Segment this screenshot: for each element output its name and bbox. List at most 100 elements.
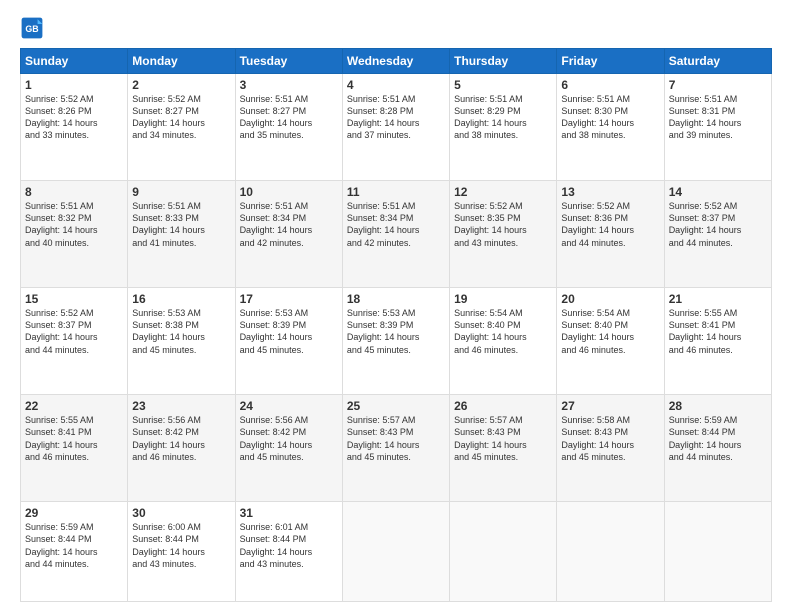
cell-info: Sunrise: 5:51 AMSunset: 8:30 PMDaylight:… <box>561 93 659 142</box>
calendar-week-1: 1 Sunrise: 5:52 AMSunset: 8:26 PMDayligh… <box>21 74 772 181</box>
calendar-cell: 14 Sunrise: 5:52 AMSunset: 8:37 PMDaylig… <box>664 181 771 288</box>
calendar-cell: 7 Sunrise: 5:51 AMSunset: 8:31 PMDayligh… <box>664 74 771 181</box>
calendar-cell <box>450 502 557 602</box>
calendar-cell: 3 Sunrise: 5:51 AMSunset: 8:27 PMDayligh… <box>235 74 342 181</box>
calendar-cell: 30 Sunrise: 6:00 AMSunset: 8:44 PMDaylig… <box>128 502 235 602</box>
day-number: 7 <box>669 78 767 92</box>
calendar-cell: 31 Sunrise: 6:01 AMSunset: 8:44 PMDaylig… <box>235 502 342 602</box>
calendar-cell: 20 Sunrise: 5:54 AMSunset: 8:40 PMDaylig… <box>557 288 664 395</box>
day-number: 2 <box>132 78 230 92</box>
calendar-header-row: SundayMondayTuesdayWednesdayThursdayFrid… <box>21 49 772 74</box>
day-number: 5 <box>454 78 552 92</box>
day-number: 25 <box>347 399 445 413</box>
cell-info: Sunrise: 5:58 AMSunset: 8:43 PMDaylight:… <box>561 414 659 463</box>
day-number: 8 <box>25 185 123 199</box>
logo: GB <box>20 16 48 40</box>
calendar-cell: 24 Sunrise: 5:56 AMSunset: 8:42 PMDaylig… <box>235 395 342 502</box>
calendar-cell: 5 Sunrise: 5:51 AMSunset: 8:29 PMDayligh… <box>450 74 557 181</box>
cell-info: Sunrise: 5:54 AMSunset: 8:40 PMDaylight:… <box>561 307 659 356</box>
cell-info: Sunrise: 5:56 AMSunset: 8:42 PMDaylight:… <box>240 414 338 463</box>
cell-info: Sunrise: 5:52 AMSunset: 8:26 PMDaylight:… <box>25 93 123 142</box>
day-number: 4 <box>347 78 445 92</box>
page: GB SundayMondayTuesdayWednesdayThursdayF… <box>0 0 792 612</box>
calendar-header-tuesday: Tuesday <box>235 49 342 74</box>
header: GB <box>20 16 772 40</box>
day-number: 14 <box>669 185 767 199</box>
cell-info: Sunrise: 5:52 AMSunset: 8:37 PMDaylight:… <box>669 200 767 249</box>
day-number: 1 <box>25 78 123 92</box>
cell-info: Sunrise: 5:51 AMSunset: 8:28 PMDaylight:… <box>347 93 445 142</box>
calendar-header-thursday: Thursday <box>450 49 557 74</box>
day-number: 30 <box>132 506 230 520</box>
calendar-week-5: 29 Sunrise: 5:59 AMSunset: 8:44 PMDaylig… <box>21 502 772 602</box>
cell-info: Sunrise: 5:59 AMSunset: 8:44 PMDaylight:… <box>25 521 123 570</box>
calendar-week-4: 22 Sunrise: 5:55 AMSunset: 8:41 PMDaylig… <box>21 395 772 502</box>
cell-info: Sunrise: 5:51 AMSunset: 8:31 PMDaylight:… <box>669 93 767 142</box>
cell-info: Sunrise: 5:51 AMSunset: 8:34 PMDaylight:… <box>240 200 338 249</box>
cell-info: Sunrise: 5:53 AMSunset: 8:38 PMDaylight:… <box>132 307 230 356</box>
calendar-cell: 18 Sunrise: 5:53 AMSunset: 8:39 PMDaylig… <box>342 288 449 395</box>
day-number: 29 <box>25 506 123 520</box>
cell-info: Sunrise: 5:57 AMSunset: 8:43 PMDaylight:… <box>347 414 445 463</box>
cell-info: Sunrise: 5:52 AMSunset: 8:37 PMDaylight:… <box>25 307 123 356</box>
calendar-cell: 27 Sunrise: 5:58 AMSunset: 8:43 PMDaylig… <box>557 395 664 502</box>
day-number: 11 <box>347 185 445 199</box>
day-number: 19 <box>454 292 552 306</box>
day-number: 20 <box>561 292 659 306</box>
cell-info: Sunrise: 5:53 AMSunset: 8:39 PMDaylight:… <box>240 307 338 356</box>
day-number: 3 <box>240 78 338 92</box>
day-number: 21 <box>669 292 767 306</box>
day-number: 13 <box>561 185 659 199</box>
calendar-cell: 23 Sunrise: 5:56 AMSunset: 8:42 PMDaylig… <box>128 395 235 502</box>
calendar-cell: 16 Sunrise: 5:53 AMSunset: 8:38 PMDaylig… <box>128 288 235 395</box>
day-number: 23 <box>132 399 230 413</box>
day-number: 6 <box>561 78 659 92</box>
day-number: 17 <box>240 292 338 306</box>
calendar-cell: 25 Sunrise: 5:57 AMSunset: 8:43 PMDaylig… <box>342 395 449 502</box>
cell-info: Sunrise: 5:51 AMSunset: 8:29 PMDaylight:… <box>454 93 552 142</box>
day-number: 31 <box>240 506 338 520</box>
calendar-cell: 8 Sunrise: 5:51 AMSunset: 8:32 PMDayligh… <box>21 181 128 288</box>
calendar-cell: 28 Sunrise: 5:59 AMSunset: 8:44 PMDaylig… <box>664 395 771 502</box>
calendar-cell <box>342 502 449 602</box>
calendar-cell: 11 Sunrise: 5:51 AMSunset: 8:34 PMDaylig… <box>342 181 449 288</box>
calendar-cell: 29 Sunrise: 5:59 AMSunset: 8:44 PMDaylig… <box>21 502 128 602</box>
cell-info: Sunrise: 6:00 AMSunset: 8:44 PMDaylight:… <box>132 521 230 570</box>
day-number: 9 <box>132 185 230 199</box>
cell-info: Sunrise: 5:52 AMSunset: 8:36 PMDaylight:… <box>561 200 659 249</box>
cell-info: Sunrise: 5:55 AMSunset: 8:41 PMDaylight:… <box>669 307 767 356</box>
calendar-cell: 19 Sunrise: 5:54 AMSunset: 8:40 PMDaylig… <box>450 288 557 395</box>
day-number: 12 <box>454 185 552 199</box>
calendar-cell: 15 Sunrise: 5:52 AMSunset: 8:37 PMDaylig… <box>21 288 128 395</box>
calendar-cell: 13 Sunrise: 5:52 AMSunset: 8:36 PMDaylig… <box>557 181 664 288</box>
cell-info: Sunrise: 5:51 AMSunset: 8:32 PMDaylight:… <box>25 200 123 249</box>
calendar-cell: 6 Sunrise: 5:51 AMSunset: 8:30 PMDayligh… <box>557 74 664 181</box>
cell-info: Sunrise: 5:56 AMSunset: 8:42 PMDaylight:… <box>132 414 230 463</box>
calendar-header-friday: Friday <box>557 49 664 74</box>
calendar-cell <box>664 502 771 602</box>
calendar-header-wednesday: Wednesday <box>342 49 449 74</box>
cell-info: Sunrise: 5:54 AMSunset: 8:40 PMDaylight:… <box>454 307 552 356</box>
cell-info: Sunrise: 5:52 AMSunset: 8:35 PMDaylight:… <box>454 200 552 249</box>
day-number: 28 <box>669 399 767 413</box>
calendar-table: SundayMondayTuesdayWednesdayThursdayFrid… <box>20 48 772 602</box>
cell-info: Sunrise: 5:55 AMSunset: 8:41 PMDaylight:… <box>25 414 123 463</box>
calendar-cell: 22 Sunrise: 5:55 AMSunset: 8:41 PMDaylig… <box>21 395 128 502</box>
day-number: 26 <box>454 399 552 413</box>
day-number: 16 <box>132 292 230 306</box>
calendar-cell <box>557 502 664 602</box>
calendar-cell: 21 Sunrise: 5:55 AMSunset: 8:41 PMDaylig… <box>664 288 771 395</box>
day-number: 24 <box>240 399 338 413</box>
day-number: 18 <box>347 292 445 306</box>
calendar-cell: 26 Sunrise: 5:57 AMSunset: 8:43 PMDaylig… <box>450 395 557 502</box>
calendar-cell: 9 Sunrise: 5:51 AMSunset: 8:33 PMDayligh… <box>128 181 235 288</box>
cell-info: Sunrise: 6:01 AMSunset: 8:44 PMDaylight:… <box>240 521 338 570</box>
cell-info: Sunrise: 5:51 AMSunset: 8:33 PMDaylight:… <box>132 200 230 249</box>
cell-info: Sunrise: 5:51 AMSunset: 8:27 PMDaylight:… <box>240 93 338 142</box>
calendar-cell: 2 Sunrise: 5:52 AMSunset: 8:27 PMDayligh… <box>128 74 235 181</box>
day-number: 15 <box>25 292 123 306</box>
cell-info: Sunrise: 5:53 AMSunset: 8:39 PMDaylight:… <box>347 307 445 356</box>
svg-text:GB: GB <box>25 24 38 34</box>
calendar-cell: 12 Sunrise: 5:52 AMSunset: 8:35 PMDaylig… <box>450 181 557 288</box>
calendar-week-3: 15 Sunrise: 5:52 AMSunset: 8:37 PMDaylig… <box>21 288 772 395</box>
